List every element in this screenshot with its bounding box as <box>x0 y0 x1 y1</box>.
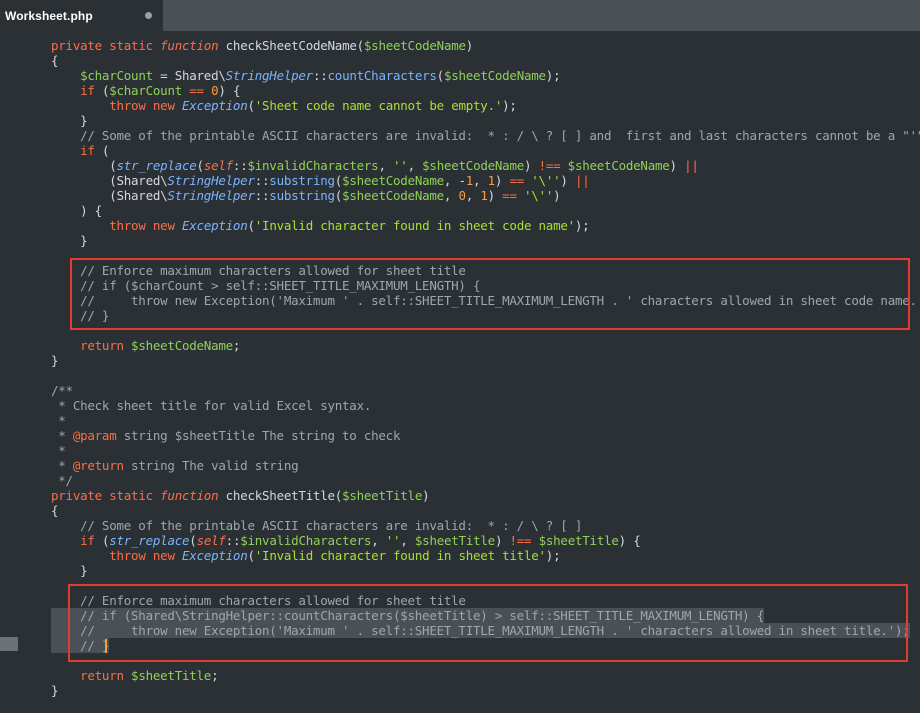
code-line[interactable]: (str_replace(self::$invalidCharacters, '… <box>51 158 699 173</box>
code-line[interactable]: if ( <box>51 143 109 158</box>
code-line[interactable]: /** <box>51 383 73 398</box>
tab-bar: Worksheet.php <box>0 0 920 31</box>
code-line[interactable]: } <box>51 563 88 578</box>
code-line[interactable]: $charCount = Shared\StringHelper::countC… <box>51 68 561 83</box>
code-line[interactable]: */ <box>51 473 73 488</box>
code-line[interactable]: * @return string The valid string <box>51 458 298 473</box>
code-line[interactable]: (Shared\StringHelper::substring($sheetCo… <box>51 188 560 203</box>
tab-worksheet-php[interactable]: Worksheet.php <box>0 0 163 31</box>
code-line[interactable]: } <box>51 113 88 128</box>
code-line[interactable]: throw new Exception('Sheet code name can… <box>51 98 517 113</box>
code-line[interactable]: (Shared\StringHelper::substring($sheetCo… <box>51 173 590 188</box>
code-line[interactable]: * <box>51 413 66 428</box>
code-line[interactable]: } <box>51 233 88 248</box>
text-cursor <box>105 639 107 653</box>
gutter-marker <box>0 637 18 651</box>
code-line[interactable]: throw new Exception('Invalid character f… <box>51 218 590 233</box>
highlight-box-1 <box>70 258 910 330</box>
code-line[interactable]: // Some of the printable ASCII character… <box>51 518 582 533</box>
code-line[interactable]: // Some of the printable ASCII character… <box>51 128 920 143</box>
code-line[interactable]: * Check sheet title for valid Excel synt… <box>51 398 371 413</box>
tab-title: Worksheet.php <box>5 9 93 23</box>
code-line[interactable]: if ($charCount == 0) { <box>51 83 240 98</box>
code-line[interactable]: ) { <box>51 203 102 218</box>
code-line[interactable]: * @param string $sheetTitle The string t… <box>51 428 400 443</box>
highlight-box-2 <box>68 584 908 662</box>
code-line[interactable]: private static function checkSheetTitle(… <box>51 488 430 503</box>
code-line[interactable]: { <box>51 503 59 518</box>
code-line[interactable]: throw new Exception('Invalid character f… <box>51 548 560 563</box>
unsaved-dot-icon[interactable] <box>145 12 152 19</box>
code-line[interactable]: private static function checkSheetCodeNa… <box>51 38 473 53</box>
code-line[interactable]: } <box>51 683 59 698</box>
code-line[interactable]: if (str_replace(self::$invalidCharacters… <box>51 533 641 548</box>
code-line[interactable]: return $sheetCodeName; <box>51 338 240 353</box>
code-line[interactable]: return $sheetTitle; <box>51 668 219 683</box>
code-line[interactable]: } <box>51 353 59 368</box>
code-line[interactable]: { <box>51 53 59 68</box>
code-line[interactable]: * <box>51 443 66 458</box>
